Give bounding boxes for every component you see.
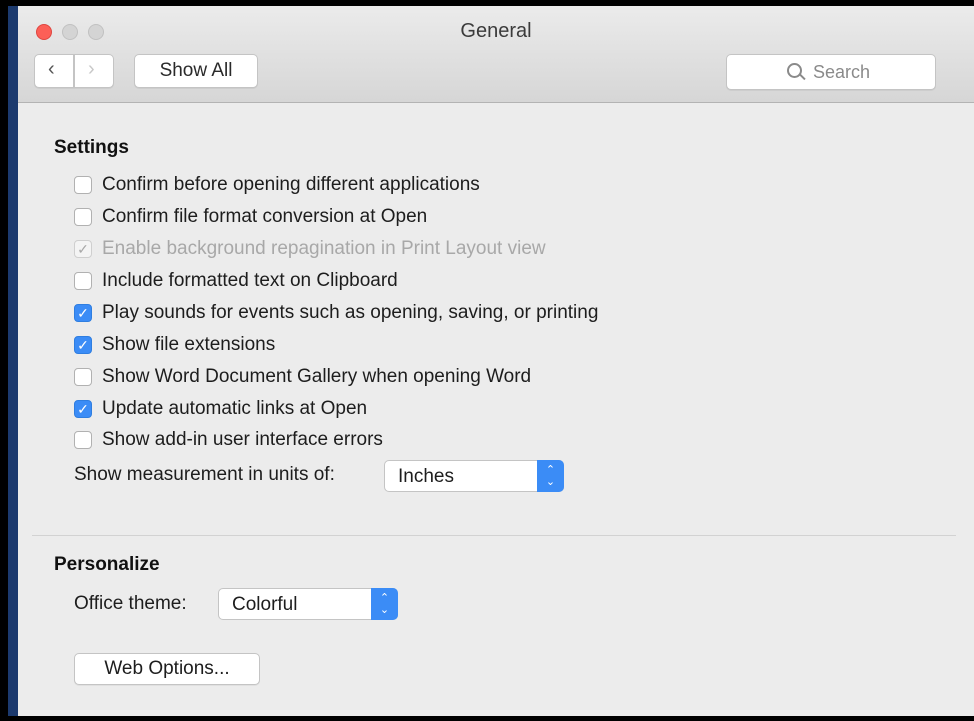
measurement-label: Show measurement in units of: bbox=[74, 464, 335, 485]
setting-checkbox-label: Include formatted text on Clipboard bbox=[102, 270, 398, 291]
setting-checkbox-label: Show file extensions bbox=[102, 334, 276, 355]
web-options-button[interactable]: Web Options... bbox=[74, 653, 260, 685]
checkmark-icon: ✓ bbox=[77, 401, 89, 417]
setting-checkbox-label: Confirm file format conversion at Open bbox=[102, 206, 428, 227]
checkbox-checked: ✓ bbox=[74, 240, 92, 258]
back-button[interactable]: ‹ bbox=[34, 54, 74, 88]
titlebar: General ‹ › Show All Search bbox=[18, 6, 974, 103]
checkbox-unchecked[interactable] bbox=[74, 431, 92, 449]
updown-chevron-icon: ⌃ ⌄ bbox=[537, 460, 564, 492]
search-icon bbox=[787, 63, 802, 78]
show-all-button[interactable]: Show All bbox=[134, 54, 258, 88]
office-theme-popup[interactable]: Colorful ⌃ ⌄ bbox=[218, 588, 398, 620]
setting-checkbox-row[interactable]: ✓ Show file extensions bbox=[74, 333, 275, 357]
setting-checkbox-label: Confirm before opening different applica… bbox=[102, 174, 480, 195]
personalize-heading: Personalize bbox=[54, 554, 160, 575]
office-theme-value: Colorful bbox=[232, 594, 298, 615]
search-placeholder: Search bbox=[813, 62, 871, 82]
checkmark-icon: ✓ bbox=[77, 305, 89, 321]
updown-chevron-icon: ⌃ ⌄ bbox=[371, 588, 398, 620]
search-field[interactable]: Search bbox=[726, 54, 936, 90]
setting-checkbox-row[interactable]: Include formatted text on Clipboard bbox=[74, 269, 398, 293]
setting-checkbox-row[interactable]: ✓ Enable background repagination in Print… bbox=[74, 237, 546, 261]
checkbox-unchecked[interactable] bbox=[74, 208, 92, 226]
checkbox-unchecked[interactable] bbox=[74, 176, 92, 194]
checkbox-unchecked[interactable] bbox=[74, 272, 92, 290]
setting-checkbox-row[interactable]: Show Word Document Gallery when opening … bbox=[74, 365, 531, 389]
checkmark-icon: ✓ bbox=[77, 241, 89, 257]
setting-checkbox-row[interactable]: ✓ Update automatic links at Open bbox=[74, 397, 367, 421]
checkmark-icon: ✓ bbox=[77, 337, 89, 353]
checkbox-checked[interactable]: ✓ bbox=[74, 336, 92, 354]
settings-heading: Settings bbox=[54, 137, 129, 158]
setting-checkbox-label: Play sounds for events such as opening, … bbox=[102, 302, 599, 323]
window-title: General bbox=[460, 20, 532, 42]
setting-checkbox-row[interactable]: Confirm file format conversion at Open bbox=[74, 205, 427, 229]
chevron-right-icon: › bbox=[88, 58, 95, 80]
measurement-units-popup[interactable]: Inches ⌃ ⌄ bbox=[384, 460, 564, 492]
measurement-units-value: Inches bbox=[398, 466, 454, 487]
forward-button[interactable]: › bbox=[74, 54, 114, 88]
checkbox-checked[interactable]: ✓ bbox=[74, 304, 92, 322]
section-divider bbox=[32, 535, 956, 536]
setting-checkbox-label: Update automatic links at Open bbox=[102, 398, 368, 419]
setting-checkbox-row[interactable]: ✓ Play sounds for events such as opening,… bbox=[74, 301, 598, 325]
checkbox-checked[interactable]: ✓ bbox=[74, 400, 92, 418]
setting-checkbox-label: Show Word Document Gallery when opening … bbox=[102, 366, 532, 387]
chevron-left-icon: ‹ bbox=[48, 58, 55, 80]
setting-checkbox-label: Show add-in user interface errors bbox=[102, 429, 383, 450]
background-window-edge bbox=[8, 6, 18, 716]
setting-checkbox-label: Enable background repagination in Print … bbox=[102, 238, 546, 259]
setting-checkbox-row[interactable]: Show add-in user interface errors bbox=[74, 428, 383, 452]
preferences-window: General ‹ › Show All Search Settings Con… bbox=[18, 6, 974, 716]
checkbox-unchecked[interactable] bbox=[74, 368, 92, 386]
setting-checkbox-row[interactable]: Confirm before opening different applica… bbox=[74, 173, 480, 197]
office-theme-label: Office theme: bbox=[74, 593, 187, 614]
